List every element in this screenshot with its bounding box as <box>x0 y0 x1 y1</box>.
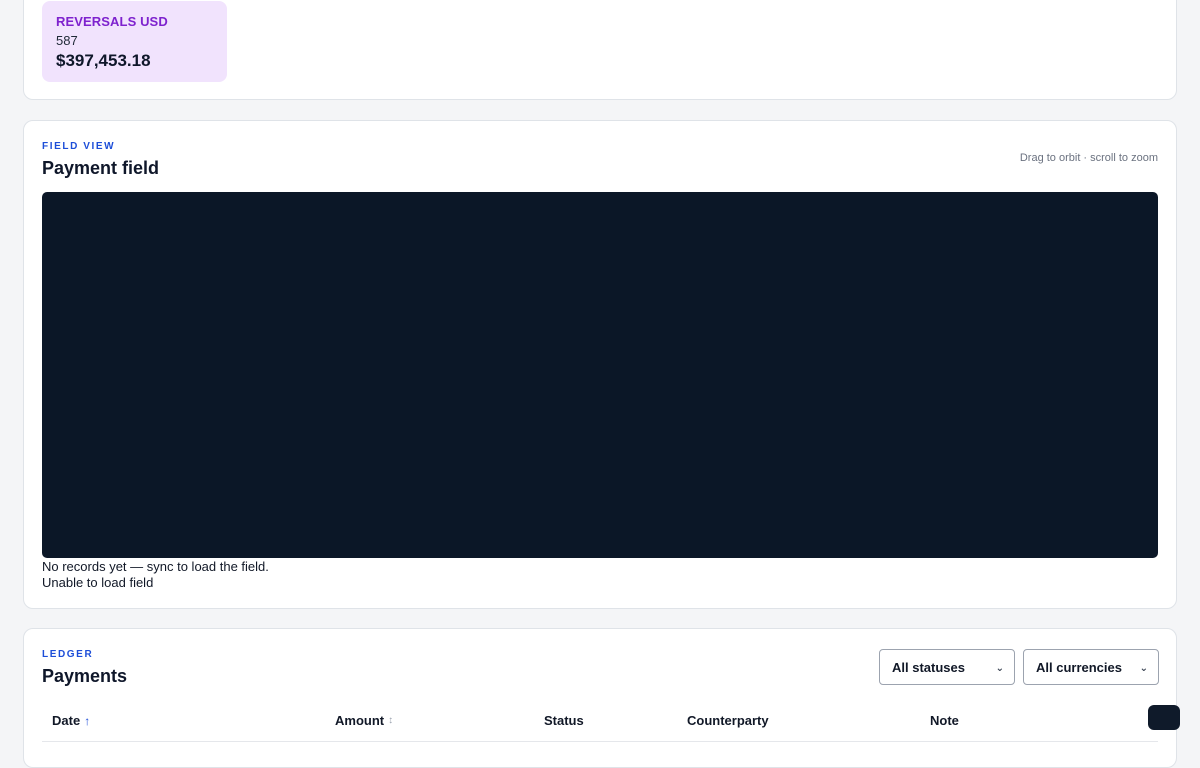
sort-neutral-icon: ↕ <box>388 715 394 726</box>
chevron-down-icon: ⌄ <box>995 663 1004 674</box>
ledger-title: Payments <box>42 666 128 686</box>
tile-amount: $397,453.18 <box>56 51 151 70</box>
orbit-zoom-hint: Drag to orbit · scroll to zoom <box>1019 152 1158 164</box>
ledger-eyebrow: LEDGER <box>42 649 94 660</box>
field-view-card: FIELD VIEW Payment field Drag to orbit ·… <box>23 120 1177 609</box>
field-view-eyebrow: FIELD VIEW <box>42 141 116 152</box>
error-message: Unable to load field <box>42 575 154 590</box>
payment-field-canvas[interactable] <box>42 192 1158 558</box>
ledger-card: LEDGER Payments All statuses ⌄ All curre… <box>23 628 1177 768</box>
currency-filter-value: All currencies <box>1036 659 1122 675</box>
summary-card: REVERSALS USD 587 $397,453.18 <box>23 0 1177 100</box>
tile-label: REVERSALS USD <box>56 14 168 29</box>
status-filter-value: All statuses <box>892 659 965 675</box>
reversals-usd-tile: REVERSALS USD 587 $397,453.18 <box>42 1 227 82</box>
currency-filter-select[interactable]: All currencies ⌄ <box>1023 649 1159 685</box>
empty-state-message: No records yet — sync to load the field. <box>42 559 269 574</box>
field-view-title: Payment field <box>42 158 160 178</box>
sort-ascending-icon: ↑ <box>84 713 91 728</box>
tile-count: 587 <box>56 33 78 48</box>
column-label-note: Note <box>930 713 959 728</box>
column-label-status: Status <box>544 713 584 728</box>
table-header-divider <box>42 741 1158 742</box>
chevron-down-icon: ⌄ <box>1139 663 1148 674</box>
column-header-date[interactable]: Date ↑ <box>52 713 90 728</box>
column-header-amount[interactable]: Amount ↕ <box>335 713 393 728</box>
column-header-status: Status <box>544 713 584 728</box>
column-header-counterparty: Counterparty <box>687 713 769 728</box>
floating-action-button[interactable] <box>1148 705 1180 730</box>
status-filter-select[interactable]: All statuses ⌄ <box>879 649 1015 685</box>
column-header-note: Note <box>930 713 959 728</box>
column-label-counterparty: Counterparty <box>687 713 769 728</box>
column-label-amount: Amount <box>335 713 385 728</box>
column-label-date: Date <box>52 713 81 728</box>
